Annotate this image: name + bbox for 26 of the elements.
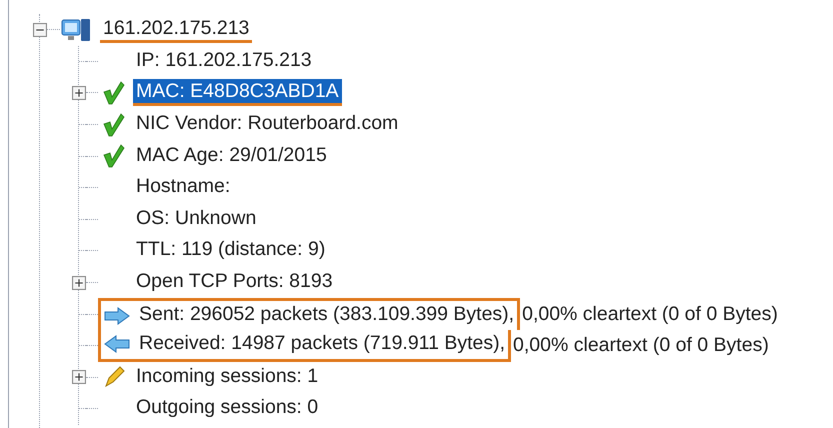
expand-icon[interactable]	[72, 370, 86, 384]
arrow-right-icon	[104, 306, 130, 325]
tree-item-label[interactable]: IP: 161.202.175.213	[133, 48, 315, 75]
tree-item-label[interactable]: Open TCP Ports: 8193	[133, 269, 336, 296]
tree-item-label[interactable]: Incoming sessions: 1	[133, 364, 322, 391]
tree-item-label[interactable]: Sent: 296052 packets (383.109.399 Bytes),	[136, 302, 518, 330]
check-icon	[103, 112, 125, 137]
tree-item-label[interactable]: MAC Age: 29/01/2015	[133, 142, 330, 170]
tree-item-detail: 0,00% cleartext (0 of 0 Bytes)	[512, 333, 769, 358]
arrow-left-icon	[104, 335, 130, 354]
tree-item-label[interactable]: Received: 14987 packets (719.911 Bytes),	[136, 330, 508, 358]
tree-item-label[interactable]: OS: Unknown	[133, 206, 260, 233]
tree-item-label[interactable]: 161.202.175.213	[100, 16, 252, 44]
collapse-icon[interactable]	[33, 22, 47, 37]
tree-item-label[interactable]: Hostname:	[133, 174, 234, 202]
expand-icon[interactable]	[72, 86, 86, 100]
tree-item-label[interactable]: Outgoing sessions: 0	[133, 395, 322, 422]
tree-item-label[interactable]: TTL: 119 (distance: 9)	[133, 237, 328, 264]
tree-item-detail: 0,00% cleartext (0 of 0 Bytes)	[521, 302, 778, 327]
pencil-icon	[103, 365, 125, 390]
check-icon	[103, 80, 125, 105]
computer-icon	[60, 16, 92, 43]
check-icon	[103, 144, 125, 168]
expand-icon[interactable]	[72, 276, 86, 290]
tree-item-label[interactable]: MAC: E48D8C3ABD1A	[133, 79, 342, 106]
tree-item-label[interactable]: NIC Vendor: Routerboard.com	[133, 111, 402, 138]
